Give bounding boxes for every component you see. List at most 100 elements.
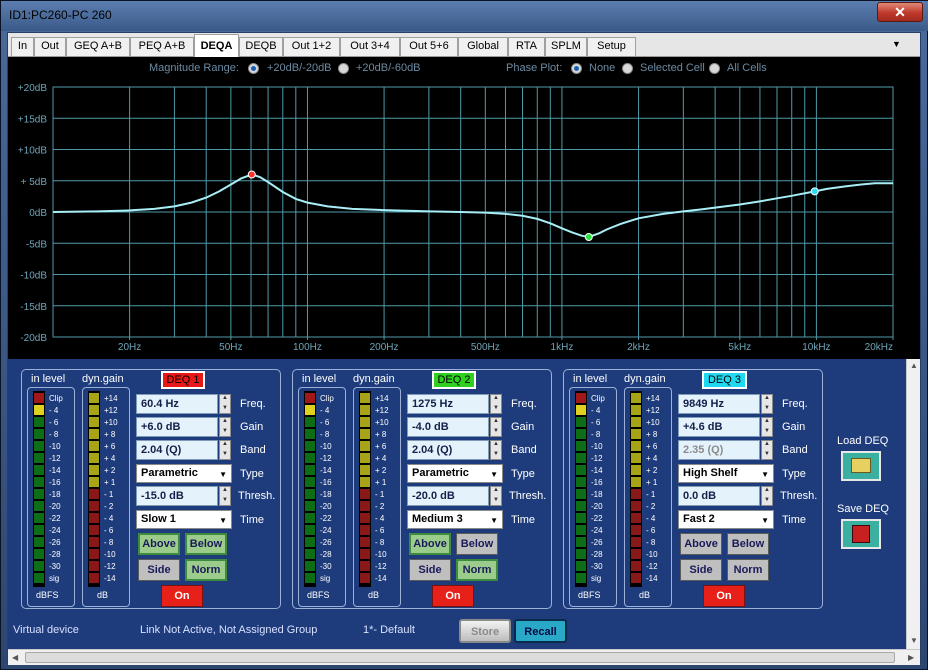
scroll-right-icon[interactable]: ▶: [908, 653, 914, 662]
side-button[interactable]: Side: [138, 559, 180, 581]
save-deq-label: Save DEQ: [837, 503, 889, 515]
recall-button[interactable]: Recall: [514, 619, 567, 643]
thresh-spinner[interactable]: [219, 486, 231, 506]
scroll-up-icon[interactable]: ▲: [910, 361, 918, 370]
x-tick-label: 2kHz: [627, 342, 650, 353]
horizontal-scrollbar[interactable]: ◀ ▶: [8, 649, 920, 665]
norm-button[interactable]: Norm: [456, 559, 498, 581]
scroll-thumb[interactable]: [25, 652, 895, 663]
tab-out-1-2[interactable]: Out 1+2: [283, 37, 340, 56]
tab-deqa[interactable]: DEQA: [194, 34, 239, 57]
tab-splm[interactable]: SPLM: [545, 37, 587, 56]
gain-spinner[interactable]: [219, 417, 231, 437]
deq-1-marker[interactable]: [247, 170, 256, 179]
dyn-gain-meter-segment: [89, 573, 99, 583]
tab-out[interactable]: Out: [34, 37, 66, 56]
band-field[interactable]: 2.35 (Q): [678, 440, 760, 460]
side-button[interactable]: Side: [409, 559, 451, 581]
below-button[interactable]: Below: [185, 533, 227, 555]
dyn-gain-tick-label: + 4: [104, 454, 116, 463]
gain-spinner[interactable]: [490, 417, 502, 437]
freq-spinner[interactable]: [490, 394, 502, 414]
deq-3-marker[interactable]: [810, 187, 819, 196]
tab-out-5-6[interactable]: Out 5+6: [400, 37, 458, 56]
scroll-left-icon[interactable]: ◀: [12, 653, 18, 662]
scroll-down-icon[interactable]: ▼: [910, 636, 918, 645]
dyn-gain-tick-label: -10: [375, 550, 387, 559]
store-button[interactable]: Store: [459, 619, 511, 643]
deq-2-marker[interactable]: [584, 233, 593, 241]
gain-field[interactable]: +4.6 dB: [678, 417, 760, 437]
freq-field[interactable]: 60.4 Hz: [136, 394, 218, 414]
time-select[interactable]: Slow 1: [136, 510, 232, 529]
thresh-spinner[interactable]: [490, 486, 502, 506]
gain-field[interactable]: -4.0 dB: [407, 417, 489, 437]
in-level-meter-segment: [305, 549, 315, 559]
time-label: Time: [511, 514, 536, 526]
vertical-scrollbar[interactable]: ▲ ▼: [906, 359, 920, 649]
freq-spinner[interactable]: [761, 394, 773, 414]
band-field[interactable]: 2.04 (Q): [407, 440, 489, 460]
dyn-gain-tick-label: +10: [375, 418, 389, 427]
tab-peq-a-b[interactable]: PEQ A+B: [130, 37, 194, 56]
time-select[interactable]: Fast 2: [678, 510, 774, 529]
x-tick-label: 200Hz: [370, 342, 399, 353]
type-select[interactable]: High Shelf: [678, 464, 774, 483]
tab-deqb[interactable]: DEQB: [239, 37, 283, 56]
tab-overflow-icon[interactable]: ▼: [892, 39, 901, 49]
gain-spinner[interactable]: [761, 417, 773, 437]
tab-out-3-4[interactable]: Out 3+4: [340, 37, 400, 56]
in-level-meter-segment: [34, 501, 44, 511]
dyn-gain-tick-label: - 2: [375, 502, 385, 511]
type-select[interactable]: Parametric: [136, 464, 232, 483]
above-button[interactable]: Above: [138, 533, 180, 555]
thresh-field[interactable]: -20.0 dB: [407, 486, 489, 506]
in-level-tick-label: - 8: [49, 430, 59, 439]
dyn-gain-tick-label: + 1: [104, 478, 116, 487]
tab-geq-a-b[interactable]: GEQ A+B: [66, 37, 130, 56]
on-button[interactable]: On: [703, 585, 745, 607]
tab-rta[interactable]: RTA: [508, 37, 545, 56]
norm-button[interactable]: Norm: [727, 559, 769, 581]
dyn-gain-meter-segment: [360, 549, 370, 559]
below-button[interactable]: Below: [456, 533, 498, 555]
band-field[interactable]: 2.04 (Q): [136, 440, 218, 460]
tab-in[interactable]: In: [11, 37, 34, 56]
type-select[interactable]: Parametric: [407, 464, 503, 483]
in-level-meter-segment: [305, 477, 315, 487]
in-level-meter-segment: [34, 573, 44, 583]
on-button[interactable]: On: [161, 585, 203, 607]
side-button[interactable]: Side: [680, 559, 722, 581]
band-spinner[interactable]: [490, 440, 502, 460]
dyn-gain-meter-segment: [631, 453, 641, 463]
below-button[interactable]: Below: [727, 533, 769, 555]
y-tick-label: -15dB: [20, 302, 47, 313]
eq-response-chart[interactable]: +20dB +15dB +10dB + 5dB 0dB -5dB -10dB -15dB -20…: [8, 57, 920, 359]
band-spinner[interactable]: [219, 440, 231, 460]
close-button[interactable]: ✕: [877, 2, 923, 22]
load-deq-button[interactable]: [841, 451, 881, 481]
freq-field[interactable]: 1275 Hz: [407, 394, 489, 414]
above-button[interactable]: Above: [680, 533, 722, 555]
norm-button[interactable]: Norm: [185, 559, 227, 581]
band-spinner[interactable]: [761, 440, 773, 460]
dyn-gain-meter-segment: [631, 393, 641, 403]
save-deq-button[interactable]: [841, 519, 881, 549]
tab-setup[interactable]: Setup: [587, 37, 636, 56]
in-level-tick-label: -20: [320, 502, 332, 511]
freq-spinner[interactable]: [219, 394, 231, 414]
x-tick-label: 10kHz: [802, 342, 830, 353]
tab-global[interactable]: Global: [458, 37, 508, 56]
thresh-field[interactable]: 0.0 dB: [678, 486, 760, 506]
thresh-field[interactable]: -15.0 dB: [136, 486, 218, 506]
in-level-meter-segment: [305, 489, 315, 499]
thresh-spinner[interactable]: [761, 486, 773, 506]
time-select[interactable]: Medium 3: [407, 510, 503, 529]
gain-field[interactable]: +6.0 dB: [136, 417, 218, 437]
dyn-gain-tick-label: + 6: [375, 442, 387, 451]
on-button[interactable]: On: [432, 585, 474, 607]
freq-field[interactable]: 9849 Hz: [678, 394, 760, 414]
in-level-meter-box: Clip - 4 - 6 - 8 -10 -12 -14 -16 -18 -20 -22 -24 -26…: [27, 387, 75, 607]
freq-label: Freq.: [511, 398, 537, 410]
above-button[interactable]: Above: [409, 533, 451, 555]
